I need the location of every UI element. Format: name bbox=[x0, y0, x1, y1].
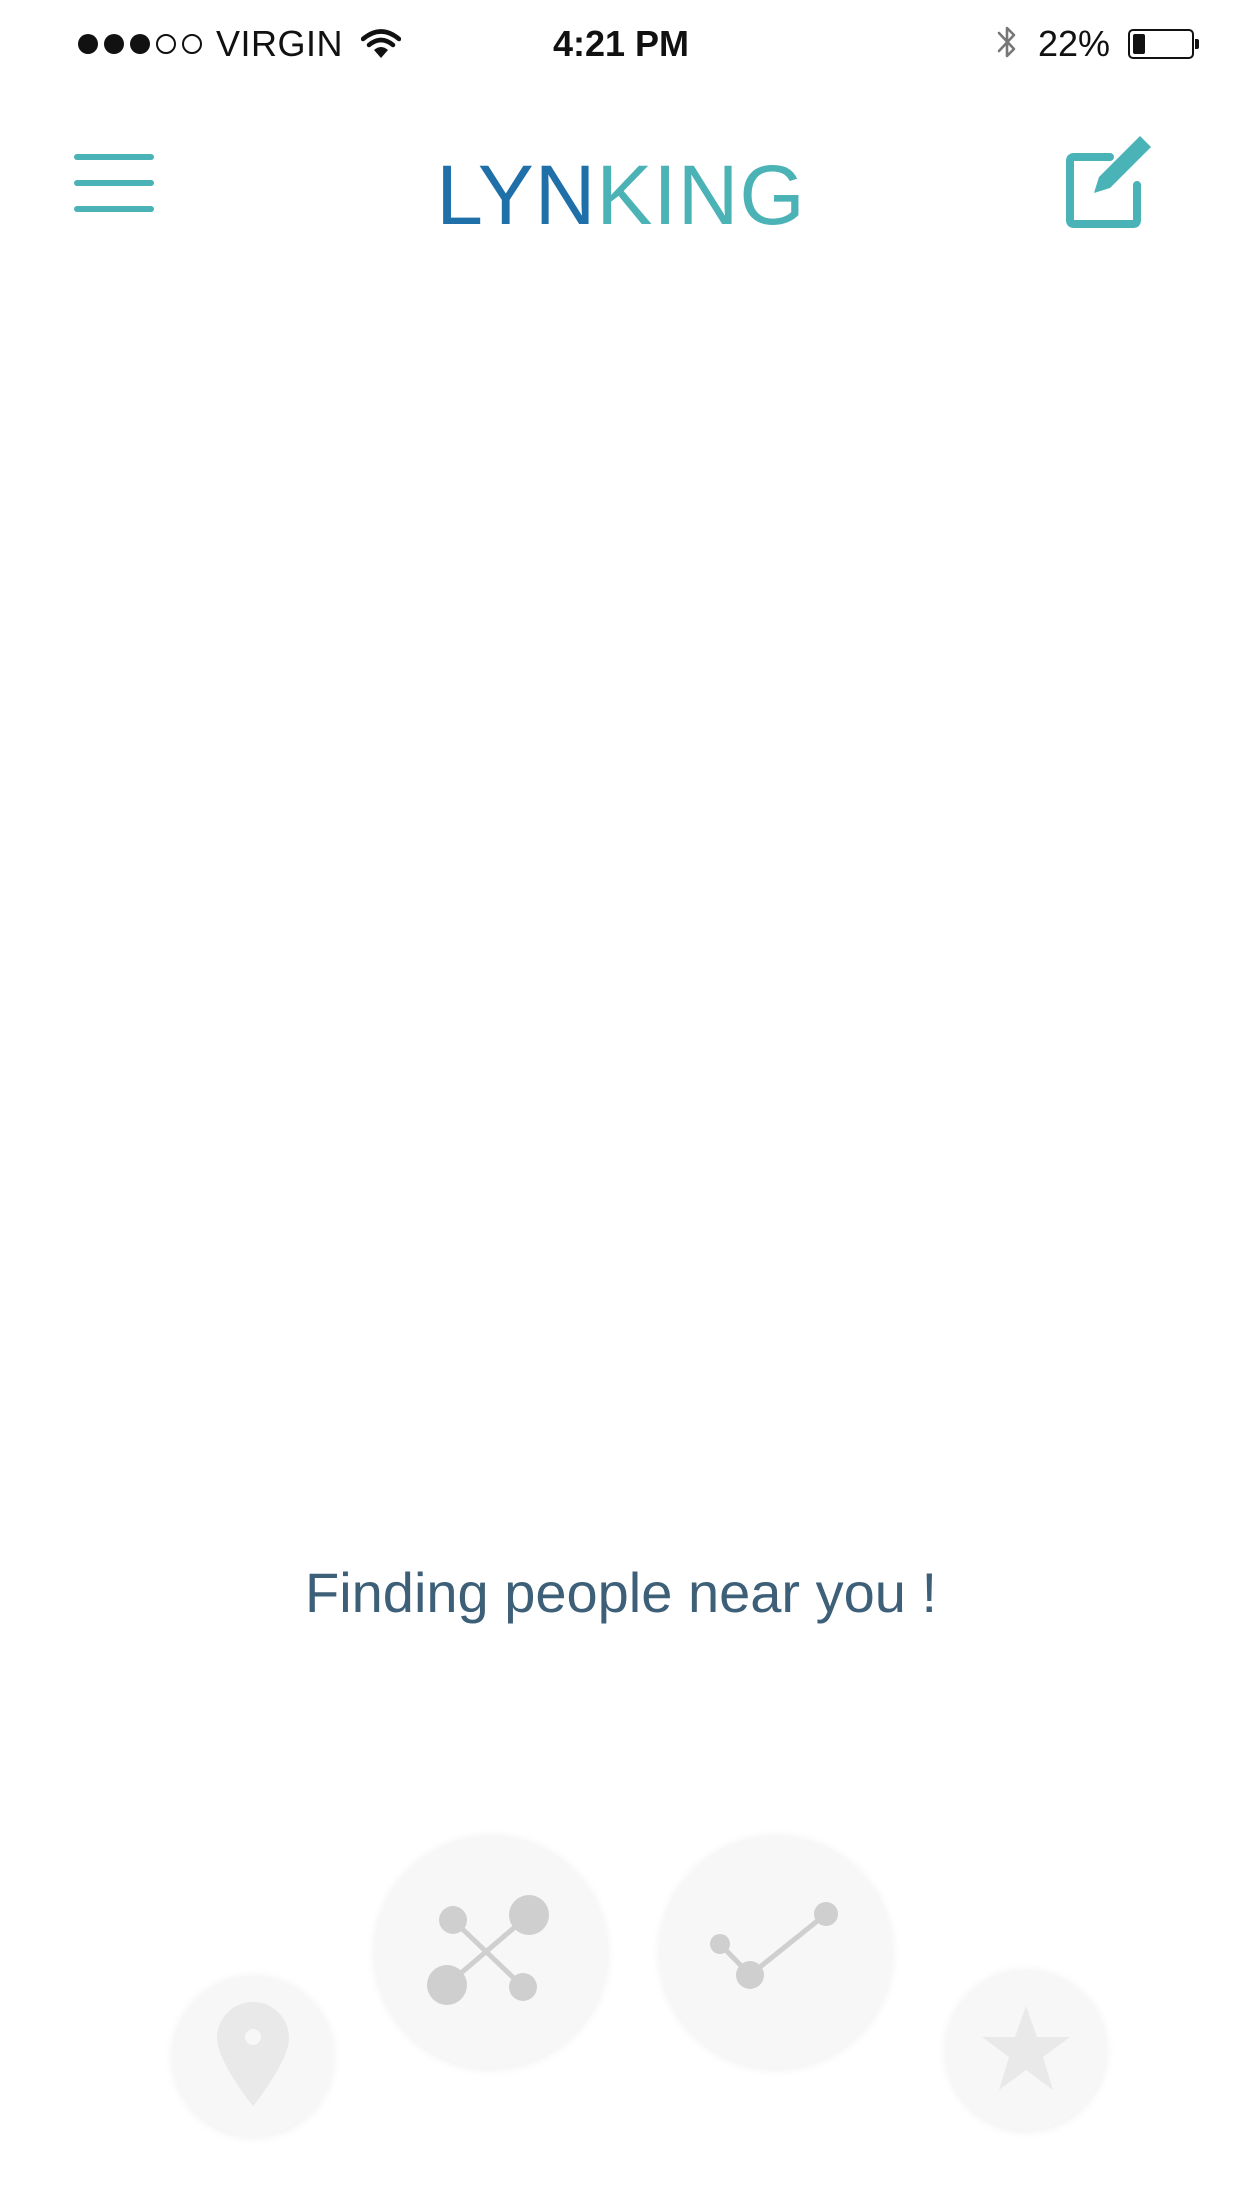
favorites-button[interactable] bbox=[946, 1970, 1106, 2130]
app-logo: LYNKING bbox=[0, 140, 1242, 250]
battery-icon bbox=[1128, 29, 1199, 59]
compose-icon[interactable] bbox=[1066, 130, 1154, 230]
star-icon bbox=[980, 2004, 1072, 2097]
connect-check-icon bbox=[706, 1900, 846, 2005]
connect-button[interactable] bbox=[660, 1836, 892, 2068]
status-bar: VIRGIN 4:21 PM 22% bbox=[0, 0, 1242, 90]
logo-part-lyn: LYN bbox=[436, 148, 597, 242]
network-button[interactable] bbox=[375, 1836, 607, 2068]
battery-percent: 22% bbox=[1037, 23, 1110, 64]
location-pin-icon bbox=[215, 2000, 291, 2113]
bluetooth-icon bbox=[996, 22, 1018, 67]
status-right: 22% bbox=[996, 18, 1199, 70]
nav-bar: LYNKING bbox=[0, 110, 1242, 260]
location-button[interactable] bbox=[173, 1976, 333, 2136]
logo-part-king: KING bbox=[596, 148, 806, 242]
finding-people-message: Finding people near you ! bbox=[305, 1561, 937, 1624]
network-icon bbox=[426, 1890, 556, 2015]
battery-fill bbox=[1133, 34, 1145, 54]
